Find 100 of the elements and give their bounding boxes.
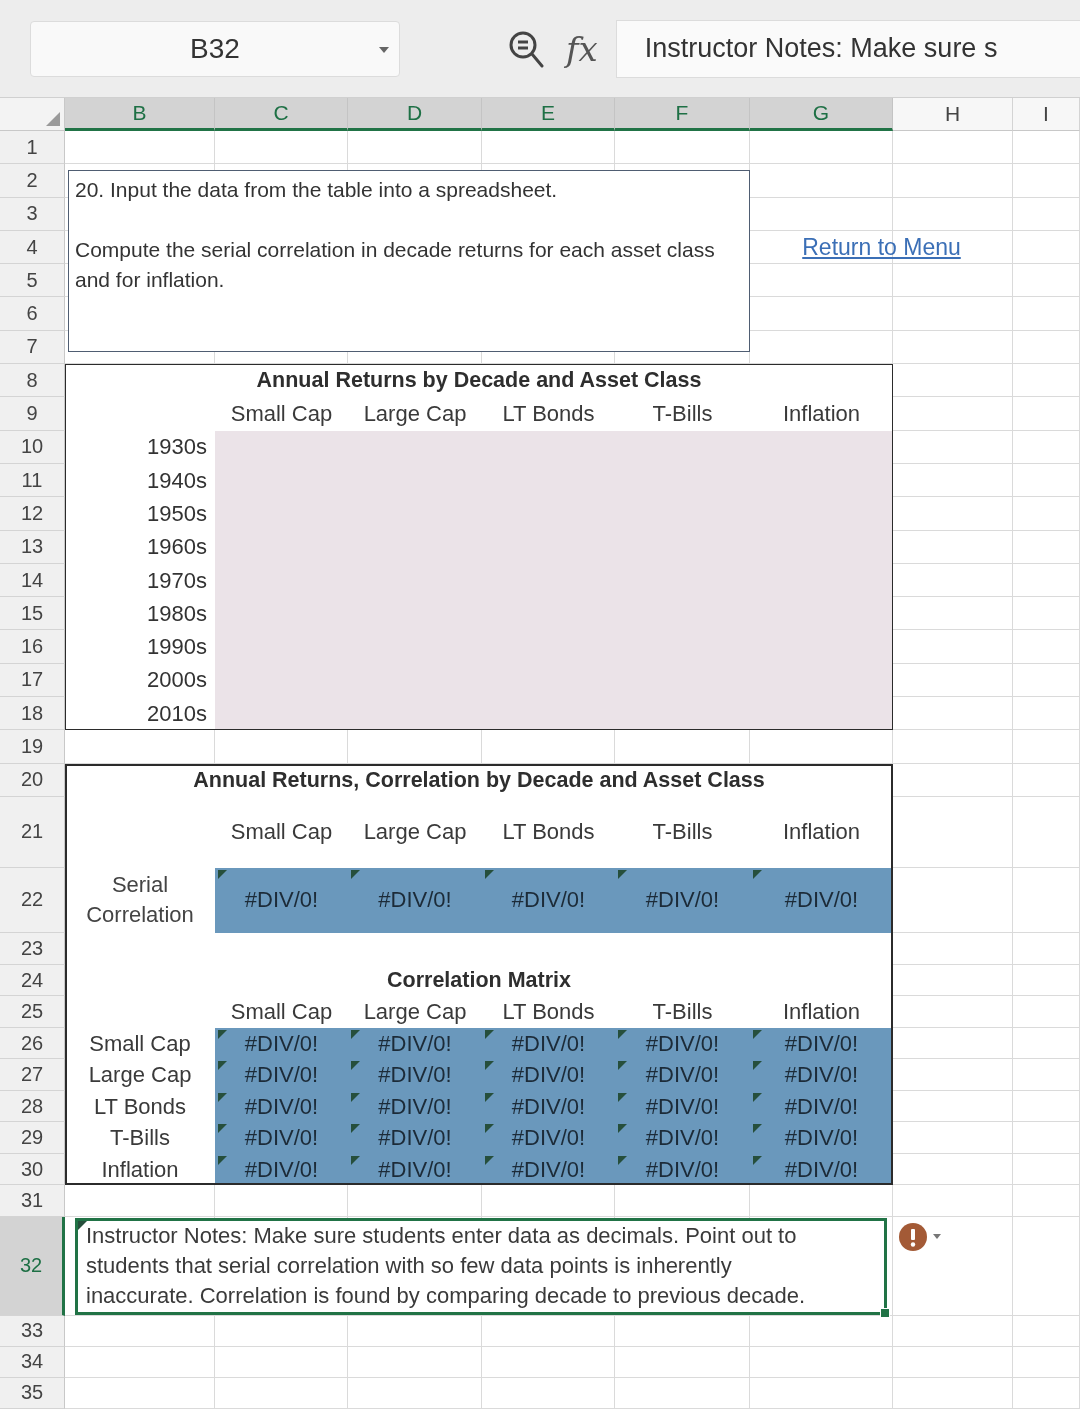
- column-label: Inflation: [781, 998, 862, 1027]
- row-header[interactable]: 28: [0, 1090, 65, 1123]
- row-header[interactable]: 34: [0, 1346, 65, 1378]
- warning-icon: [899, 1222, 927, 1251]
- row-header[interactable]: 18: [0, 697, 65, 731]
- cell-value: #DIV/0!: [243, 1155, 320, 1184]
- row-header[interactable]: 17: [0, 663, 65, 698]
- row-label: T-Bills: [109, 1124, 171, 1153]
- magnifier-icon[interactable]: [508, 29, 544, 68]
- cell-value: #DIV/0!: [783, 886, 860, 915]
- cell-value: #DIV/0!: [510, 1092, 587, 1121]
- cell-value: #DIV/0!: [510, 1124, 587, 1153]
- row-header[interactable]: 12: [0, 497, 65, 531]
- cell-value: #DIV/0!: [377, 1155, 453, 1184]
- note-cell[interactable]: [75, 1217, 887, 1315]
- column-label: Small Cap: [229, 998, 334, 1027]
- column-header[interactable]: I: [1013, 98, 1080, 131]
- insert-function-button[interactable]: fx: [562, 28, 602, 69]
- row-label: 1940s: [146, 466, 208, 495]
- row-header[interactable]: 16: [0, 630, 65, 664]
- row-header[interactable]: 20: [0, 763, 65, 797]
- column-label: Inflation: [781, 400, 862, 428]
- row-header[interactable]: 8: [0, 364, 65, 398]
- row-header[interactable]: 3: [0, 197, 65, 231]
- cell-value: #DIV/0!: [243, 1124, 320, 1153]
- row-header[interactable]: 26: [0, 1027, 65, 1060]
- column-label: LT Bonds: [501, 400, 596, 428]
- row-header[interactable]: 14: [0, 563, 65, 598]
- column-label: LT Bonds: [501, 818, 596, 847]
- row-header[interactable]: 30: [0, 1153, 65, 1186]
- column-header[interactable]: D: [348, 98, 482, 131]
- row-label: Small Cap: [88, 1029, 192, 1058]
- cell-value: #DIV/0!: [377, 1124, 453, 1153]
- column-header[interactable]: H: [893, 98, 1013, 131]
- column-header[interactable]: E: [482, 98, 615, 131]
- cell-value: #DIV/0!: [377, 1092, 453, 1121]
- matrix-title: Correlation Matrix: [386, 967, 572, 995]
- caret-icon[interactable]: [379, 46, 389, 53]
- column-header[interactable]: C: [215, 98, 348, 131]
- row-label: Large Cap: [87, 1061, 193, 1090]
- row-label: Serial Correlation: [85, 871, 195, 930]
- row-header[interactable]: 13: [0, 530, 65, 564]
- row-label: 1960s: [146, 533, 208, 562]
- column-label: Large Cap: [362, 998, 468, 1027]
- row-label: 2000s: [146, 666, 208, 695]
- row-header[interactable]: 11: [0, 463, 65, 498]
- table-title: Annual Returns by Decade and Asset Class: [255, 367, 703, 395]
- error-options-button[interactable]: [899, 1222, 941, 1251]
- row-header[interactable]: 24: [0, 964, 65, 997]
- row-header[interactable]: 22: [0, 867, 65, 933]
- cell-value: #DIV/0!: [783, 1124, 860, 1153]
- instruction-text: 20. Input the data from the table into a spreadsheet.: [75, 177, 559, 204]
- row-label: 1930s: [146, 433, 208, 462]
- column-header[interactable]: F: [615, 98, 750, 131]
- cell-value: #DIV/0!: [377, 886, 453, 915]
- cell-value: #DIV/0!: [377, 1029, 453, 1058]
- column-label: T-Bills: [651, 818, 714, 847]
- cell-value: #DIV/0!: [644, 1029, 721, 1058]
- cell-value: #DIV/0!: [783, 1155, 860, 1184]
- return-to-menu-link[interactable]: Return to Menu: [802, 234, 961, 262]
- name-box[interactable]: B32: [30, 20, 400, 77]
- row-header[interactable]: 6: [0, 297, 65, 331]
- row-header[interactable]: 9: [0, 397, 65, 431]
- fill-handle[interactable]: [880, 1307, 890, 1318]
- row-header[interactable]: 4: [0, 230, 65, 265]
- row-header[interactable]: 33: [0, 1315, 65, 1347]
- column-header[interactable]: G: [750, 98, 893, 131]
- cell-value: #DIV/0!: [644, 1124, 721, 1153]
- row-label: 1950s: [146, 499, 208, 528]
- row-header[interactable]: 7: [0, 330, 65, 365]
- row-label: Inflation: [100, 1155, 180, 1184]
- column-label: Large Cap: [362, 400, 468, 428]
- column-header[interactable]: B: [65, 98, 215, 131]
- select-all-button[interactable]: [0, 98, 65, 131]
- row-header[interactable]: 15: [0, 597, 65, 631]
- formula-field[interactable]: Instructor Notes: Make sure s: [615, 19, 1080, 78]
- row-header[interactable]: 21: [0, 796, 65, 868]
- cell-value: #DIV/0!: [510, 1155, 587, 1184]
- row-header[interactable]: 10: [0, 430, 65, 464]
- column-label: LT Bonds: [501, 998, 596, 1027]
- row-header[interactable]: 1: [0, 131, 65, 165]
- row-header[interactable]: 35: [0, 1377, 65, 1409]
- cell-value: #DIV/0!: [510, 886, 587, 915]
- row-label: 1990s: [146, 633, 208, 662]
- cell-value: #DIV/0!: [243, 886, 320, 915]
- row-header[interactable]: 29: [0, 1122, 65, 1154]
- row-header[interactable]: 2: [0, 164, 65, 198]
- row-header[interactable]: 31: [0, 1185, 65, 1217]
- row-header[interactable]: 25: [0, 996, 65, 1028]
- row-label: LT Bonds: [92, 1092, 188, 1121]
- row-header[interactable]: 5: [0, 264, 65, 298]
- row-header[interactable]: 23: [0, 932, 65, 965]
- row-header[interactable]: 32: [0, 1216, 65, 1316]
- cell-value: #DIV/0!: [644, 1155, 721, 1184]
- row-header[interactable]: 19: [0, 730, 65, 764]
- column-label: Small Cap: [229, 400, 334, 428]
- row-header[interactable]: 27: [0, 1059, 65, 1091]
- row-label: 1980s: [146, 599, 208, 628]
- cell-value: #DIV/0!: [783, 1061, 860, 1090]
- cell-value: #DIV/0!: [243, 1092, 320, 1121]
